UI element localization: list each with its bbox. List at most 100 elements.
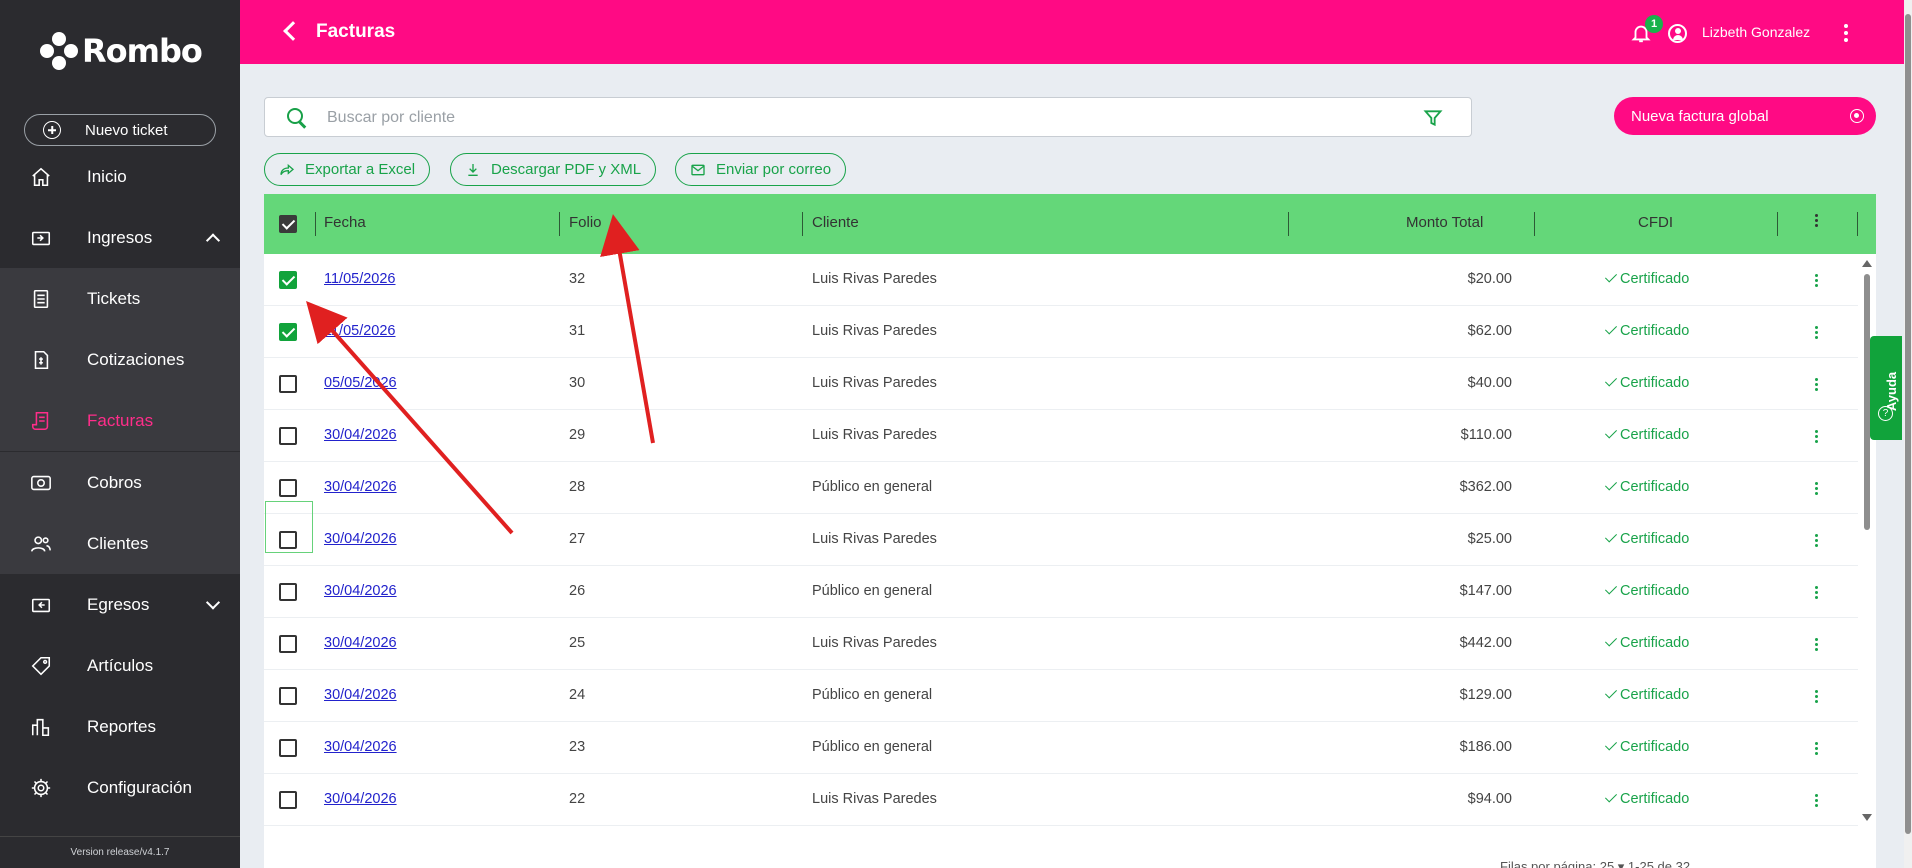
sidebar-item-clientes[interactable]: Clientes: [0, 513, 240, 574]
cell-fecha-link[interactable]: 30/04/2026: [324, 531, 397, 547]
reports-icon: [31, 718, 50, 736]
filter-icon[interactable]: [1423, 108, 1443, 128]
sidebar-item-cotizaciones[interactable]: Cotizaciones: [0, 329, 240, 390]
row-options-icon[interactable]: [1815, 378, 1818, 393]
table-row[interactable]: 11/05/2026 32 Luis Rivas Paredes $20.00 Cert…: [264, 254, 1858, 306]
table-row[interactable]: 30/04/2026 24 Público en general $129.00 Cer…: [264, 670, 1858, 722]
column-header-folio[interactable]: Folio: [569, 214, 602, 231]
cell-monto: $25.00: [1467, 531, 1512, 547]
cell-cliente: Luis Rivas Paredes: [812, 427, 937, 443]
select-all-checkbox[interactable]: [279, 215, 297, 233]
table-row[interactable]: 30/04/2026 22 Luis Rivas Paredes $94.00 Cert…: [264, 774, 1858, 826]
cell-fecha-link[interactable]: 05/05/2026: [324, 375, 397, 391]
row-options-icon[interactable]: [1815, 482, 1818, 497]
invoices-table: Fecha Folio Cliente Monto Total CFDI 11/…: [264, 194, 1876, 868]
row-checkbox[interactable]: [279, 479, 297, 497]
column-separator: [1857, 212, 1858, 236]
scroll-down-arrow-icon[interactable]: [1862, 814, 1872, 821]
column-header-cliente[interactable]: Cliente: [812, 214, 859, 231]
username[interactable]: Lizbeth Gonzalez: [1702, 24, 1810, 40]
search-icon: [287, 108, 303, 124]
notification-badge: 1: [1645, 15, 1663, 33]
row-options-icon[interactable]: [1815, 534, 1818, 549]
pagination-footer[interactable]: Filas por página: 25 ▾ 1-25 de 32: [1500, 859, 1690, 868]
back-arrow-icon[interactable]: [283, 21, 303, 41]
row-checkbox[interactable]: [279, 635, 297, 653]
row-options-icon[interactable]: [1815, 742, 1818, 757]
check-icon: [1604, 738, 1618, 751]
help-tab[interactable]: Ayuda ?: [1870, 336, 1902, 440]
tag-icon: [31, 656, 51, 675]
row-checkbox[interactable]: [279, 583, 297, 601]
expenses-icon: [31, 598, 51, 612]
cell-fecha-link[interactable]: 11/05/2026: [324, 323, 396, 339]
cell-fecha-link[interactable]: 30/04/2026: [324, 791, 397, 807]
table-row[interactable]: 30/04/2026 25 Luis Rivas Paredes $442.00 Cer…: [264, 618, 1858, 670]
logo[interactable]: Rombo: [40, 32, 203, 70]
version-label: Version release/v4.1.7: [0, 836, 240, 868]
column-header-cfdi[interactable]: CFDI: [1638, 214, 1673, 231]
row-options-icon[interactable]: [1815, 638, 1818, 653]
download-pdf-xml-button[interactable]: Descargar PDF y XML: [450, 153, 657, 186]
row-options-icon[interactable]: [1815, 690, 1818, 705]
row-options-icon[interactable]: [1815, 274, 1818, 289]
table-row[interactable]: 30/04/2026 28 Público en general $362.00 Cer…: [264, 462, 1858, 514]
row-options-icon[interactable]: [1815, 586, 1818, 601]
sidebar-item-reportes[interactable]: Reportes: [0, 696, 240, 757]
chevron-down-icon: [205, 594, 221, 610]
cell-fecha-link[interactable]: 11/05/2026: [324, 271, 396, 287]
export-excel-button[interactable]: Exportar a Excel: [264, 153, 431, 186]
column-header-fecha[interactable]: Fecha: [324, 214, 366, 231]
table-row[interactable]: 30/04/2026 23 Público en general $186.00 Cer…: [264, 722, 1858, 774]
row-options-icon[interactable]: [1815, 430, 1818, 445]
user-avatar-icon[interactable]: [1668, 24, 1687, 43]
search-input[interactable]: [327, 106, 1327, 130]
column-header-monto[interactable]: Monto Total: [1406, 214, 1483, 231]
sidebar-item-cobros[interactable]: Cobros: [0, 452, 240, 513]
cell-cfdi: Certificado: [1604, 478, 1689, 495]
row-checkbox[interactable]: [279, 687, 297, 705]
row-checkbox[interactable]: [279, 739, 297, 757]
cell-monto: $147.00: [1459, 583, 1512, 599]
sidebar-item-articulos[interactable]: Artículos: [0, 635, 240, 696]
column-options-icon[interactable]: [1815, 214, 1818, 229]
chevron-up-icon: [205, 232, 221, 248]
column-separator: [559, 212, 560, 236]
table-row[interactable]: 30/04/2026 26 Público en general $147.00 Cer…: [264, 566, 1858, 618]
cell-fecha-link[interactable]: 30/04/2026: [324, 739, 397, 755]
cell-fecha-link[interactable]: 30/04/2026: [324, 635, 397, 651]
scroll-up-arrow-icon[interactable]: [1862, 260, 1872, 267]
more-options-icon[interactable]: [1844, 24, 1848, 45]
sidebar-item-facturas[interactable]: Facturas: [0, 390, 240, 451]
send-email-button[interactable]: Enviar por correo: [675, 153, 847, 186]
cell-fecha-link[interactable]: 30/04/2026: [324, 687, 397, 703]
check-icon: [1604, 322, 1618, 335]
row-checkbox[interactable]: [279, 323, 297, 341]
new-ticket-button[interactable]: Nuevo ticket: [24, 114, 216, 146]
row-options-icon[interactable]: [1815, 794, 1818, 809]
row-checkbox[interactable]: [279, 271, 297, 289]
row-checkbox[interactable]: [279, 427, 297, 445]
row-options-icon[interactable]: [1815, 326, 1818, 341]
page-scrollbar[interactable]: [1904, 0, 1912, 868]
table-row[interactable]: 30/04/2026 29 Luis Rivas Paredes $110.00 Cer…: [264, 410, 1858, 462]
table-row[interactable]: 30/04/2026 27 Luis Rivas Paredes $25.00 Cert…: [264, 514, 1858, 566]
cell-fecha-link[interactable]: 30/04/2026: [324, 583, 397, 599]
sidebar-item-ingresos[interactable]: Ingresos: [0, 207, 240, 268]
cell-fecha-link[interactable]: 30/04/2026: [324, 427, 397, 443]
row-checkbox[interactable]: [279, 791, 297, 809]
sidebar-item-egresos[interactable]: Egresos: [0, 574, 240, 635]
table-row[interactable]: 05/05/2026 30 Luis Rivas Paredes $40.00 Cert…: [264, 358, 1858, 410]
export-excel-label: Exportar a Excel: [305, 161, 416, 178]
sidebar-item-label: Configuración: [87, 777, 192, 797]
cell-fecha-link[interactable]: 30/04/2026: [324, 479, 397, 495]
row-checkbox[interactable]: [279, 375, 297, 393]
sidebar-item-configuracion[interactable]: Configuración: [0, 757, 240, 818]
cfdi-status: Certificado: [1620, 791, 1690, 807]
table-row[interactable]: 11/05/2026 31 Luis Rivas Paredes $62.00 Cert…: [264, 306, 1858, 358]
check-icon: [1604, 530, 1618, 543]
sidebar-item-tickets[interactable]: Tickets: [0, 268, 240, 329]
new-global-invoice-button[interactable]: Nueva factura global: [1614, 97, 1876, 135]
page-scrollbar-thumb[interactable]: [1905, 14, 1911, 834]
sidebar-item-inicio[interactable]: Inicio: [0, 146, 240, 207]
